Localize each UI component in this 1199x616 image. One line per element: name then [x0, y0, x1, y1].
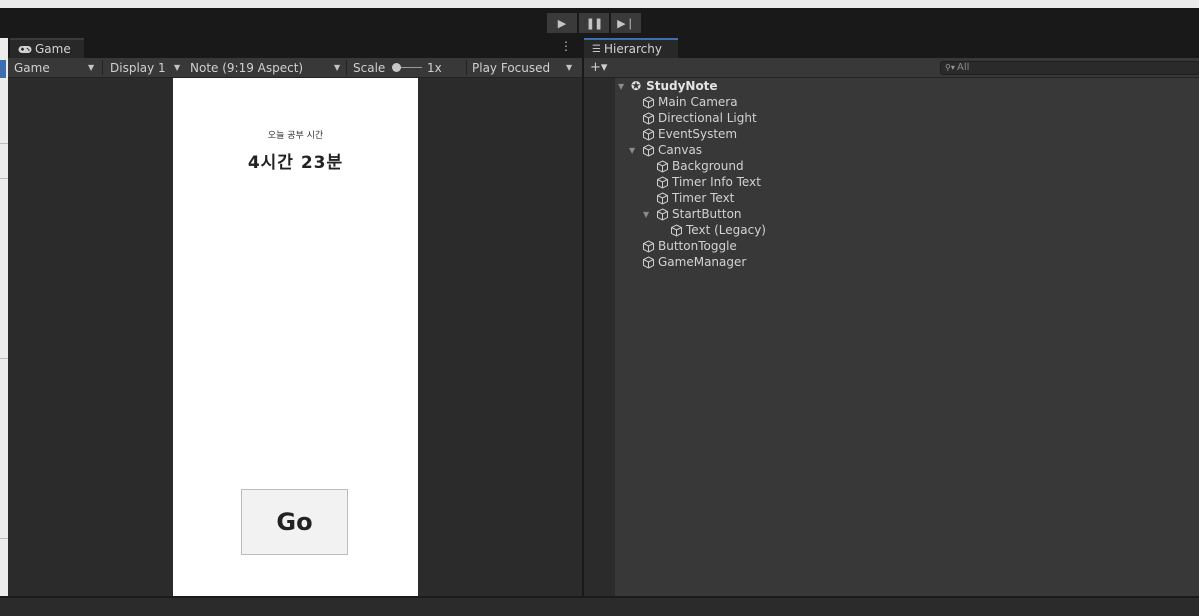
chevron-down-icon[interactable]: ▼ [334, 58, 340, 77]
hierarchy-item[interactable]: Main Camera [642, 94, 738, 110]
main-toolbar: ▶ ❚❚ ▶❘ [0, 8, 1199, 38]
tab-hierarchy[interactable]: ☰ Hierarchy [584, 38, 678, 58]
chevron-down-icon[interactable]: ▼ [88, 58, 94, 77]
hierarchy-item-label: StartButton [672, 207, 742, 221]
hierarchy-item-label: GameManager [658, 255, 747, 269]
hierarchy-item[interactable]: EventSystem [642, 126, 737, 142]
gameobject-cube-icon [671, 223, 682, 237]
scale-value: 1x [427, 60, 442, 75]
fold-arrow-icon[interactable]: ▼ [629, 142, 635, 158]
toolbar-separator [102, 60, 103, 75]
scale-label: Scale [353, 60, 386, 75]
hierarchy-item[interactable]: Timer Text [656, 190, 734, 206]
gameobject-cube-icon [657, 175, 668, 189]
hierarchy-item-label: ButtonToggle [658, 239, 737, 253]
aspect-dropdown[interactable]: Note (9:19 Aspect) [190, 58, 303, 77]
scale-slider-handle[interactable] [392, 63, 401, 72]
unity-scene-icon: ✪ [631, 79, 642, 93]
hierarchy-item-label: Text (Legacy) [686, 223, 766, 237]
hierarchy-item[interactable]: StartButton [656, 206, 742, 222]
left-panel-divider [0, 178, 8, 179]
timer-text: 4시간 23분 [247, 153, 344, 173]
game-panel: Game ⋮ Game ▼ Display 1 ▼ Note (9:19 Asp… [8, 38, 582, 596]
pause-button[interactable]: ❚❚ [579, 13, 609, 33]
gameobject-cube-icon [657, 159, 668, 173]
hierarchy-item[interactable]: Background [656, 158, 744, 174]
hierarchy-item-label: Directional Light [658, 111, 757, 125]
left-panel-divider [0, 358, 8, 359]
chevron-down-icon[interactable]: ▼ [174, 58, 180, 77]
play-icon: ▶ [557, 16, 567, 30]
search-input[interactable] [957, 62, 1187, 74]
hierarchy-item[interactable]: Text (Legacy) [670, 222, 766, 238]
kebab-menu-icon[interactable]: ⋮ [560, 39, 572, 53]
gameobject-cube-icon [643, 95, 654, 109]
gameobject-cube-icon [643, 239, 654, 253]
gamepad-icon [18, 45, 32, 53]
hierarchy-search[interactable]: ⚲▾ [940, 61, 1199, 75]
gameobject-cube-icon [643, 143, 654, 157]
search-icon: ⚲▾ [945, 63, 955, 72]
left-panel-divider [0, 143, 8, 144]
step-button[interactable]: ▶❘ [611, 13, 641, 33]
gameobject-cube-icon [643, 111, 654, 125]
game-toolbar: Game ▼ Display 1 ▼ Note (9:19 Aspect) ▼ … [8, 58, 582, 78]
game-canvas: 오늘 공부 시간 4시간 23분 Go [173, 78, 418, 596]
scene-label: StudyNote [646, 79, 718, 93]
hierarchy-item[interactable]: Timer Info Text [656, 174, 761, 190]
hierarchy-item[interactable]: Canvas [642, 142, 702, 158]
gameobject-cube-icon [643, 127, 654, 141]
hierarchy-gutter [584, 78, 615, 596]
chevron-down-icon[interactable]: ▼ [566, 58, 572, 77]
left-panel-divider [0, 538, 8, 539]
hierarchy-item-label: Timer Text [672, 191, 735, 205]
step-icon: ▶❘ [617, 16, 635, 30]
play-button[interactable]: ▶ [547, 13, 577, 33]
play-mode-dropdown[interactable]: Play Focused [472, 58, 550, 77]
hierarchy-toolbar: +▾ ⚲▾ [584, 58, 1199, 78]
left-panel-edge [0, 38, 8, 596]
hierarchy-item-label: Canvas [658, 143, 703, 157]
hierarchy-tab-bar: ☰ Hierarchy [584, 38, 1199, 58]
study-time-label: 오늘 공부 시간 [267, 131, 324, 141]
add-object-button[interactable]: +▾ [590, 58, 607, 77]
game-tab-bar: Game ⋮ [8, 38, 582, 58]
toolbar-separator [346, 60, 347, 75]
hierarchy-item[interactable]: GameManager [642, 254, 746, 270]
hierarchy-item-label: Main Camera [658, 95, 738, 109]
hierarchy-item[interactable]: Directional Light [642, 110, 757, 126]
left-panel-selection [0, 60, 6, 78]
tab-game-label: Game [35, 42, 71, 56]
hierarchy-item-label: EventSystem [658, 127, 738, 141]
hierarchy-list-icon: ☰ [592, 43, 601, 55]
hierarchy-item-label: Timer Info Text [672, 175, 761, 189]
view-mode-dropdown[interactable]: Game [14, 58, 50, 77]
hierarchy-item[interactable]: ButtonToggle [642, 238, 737, 254]
fold-arrow-icon[interactable]: ▼ [618, 78, 624, 94]
tab-game[interactable]: Game [10, 38, 84, 58]
game-view[interactable]: 오늘 공부 시간 4시간 23분 Go [8, 78, 582, 596]
tab-hierarchy-label: Hierarchy [603, 42, 662, 56]
gameobject-cube-icon [643, 255, 654, 269]
gameobject-cube-icon [657, 207, 668, 221]
gameobject-cube-icon [657, 191, 668, 205]
hierarchy-item-label: Background [672, 159, 744, 173]
status-bar [0, 596, 1199, 616]
pause-icon: ❚❚ [585, 16, 603, 30]
top-window-edge [0, 0, 1199, 8]
go-button[interactable]: Go [241, 489, 348, 555]
toolbar-separator [466, 60, 467, 75]
hierarchy-tree: ▼ ✪ StudyNote Main Camera Directional Lig… [615, 78, 1199, 596]
hierarchy-panel: ☰ Hierarchy +▾ ⚲▾ ▼ ✪ StudyNote Main Cam… [584, 38, 1199, 596]
display-dropdown[interactable]: Display 1 [110, 58, 166, 77]
scene-row[interactable]: ✪ StudyNote [631, 78, 718, 94]
fold-arrow-icon[interactable]: ▼ [643, 206, 649, 222]
